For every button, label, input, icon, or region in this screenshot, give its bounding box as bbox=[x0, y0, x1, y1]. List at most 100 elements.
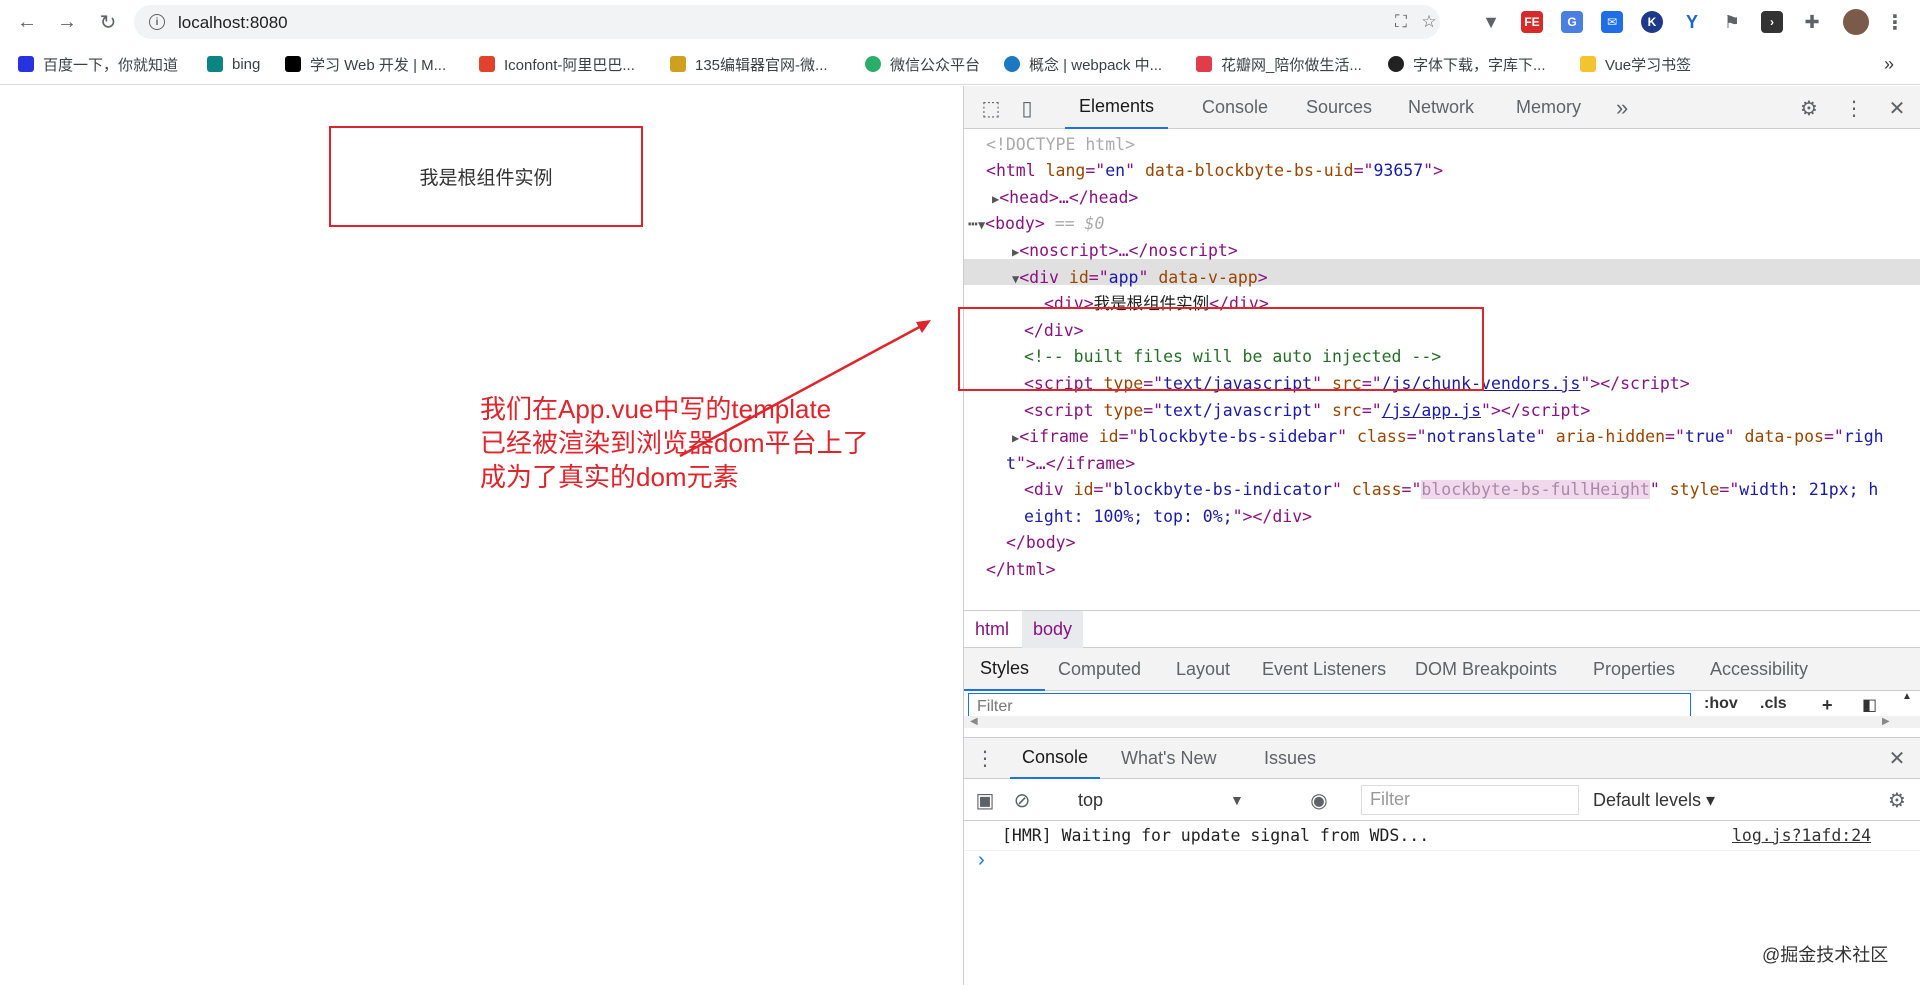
bookmark-item[interactable]: bing bbox=[207, 53, 260, 75]
tab-properties[interactable]: Properties bbox=[1593, 648, 1675, 691]
dom-head-node[interactable]: ▶<head>…</head> bbox=[992, 185, 1138, 213]
url-text[interactable]: localhost:8080 bbox=[178, 13, 288, 33]
tab-console[interactable]: Console bbox=[1202, 86, 1268, 129]
dom-indicator-node[interactable]: <div id="blockbyte-bs-indicator" class="… bbox=[1024, 477, 1878, 504]
console-message: [HMR] Waiting for update signal from WDS… bbox=[964, 821, 1920, 851]
toggle-sidebar-icon[interactable]: ◧ bbox=[1862, 695, 1877, 715]
dom-html-node[interactable]: <html lang="en" data-blockbyte-bs-uid="9… bbox=[986, 158, 1443, 185]
scroll-left-icon[interactable]: ◀ bbox=[970, 716, 978, 727]
settings-gear-icon[interactable]: ⚙ bbox=[1796, 95, 1822, 121]
drawer-tab-whats-new[interactable]: What's New bbox=[1121, 738, 1216, 779]
address-bar[interactable]: i localhost:8080 ⛶ ☆ bbox=[134, 5, 1440, 39]
dom-indicator-node-wrap: eight: 100%; top: 0%;"></div> bbox=[1024, 507, 1313, 526]
translator-extension-icon[interactable]: G bbox=[1561, 11, 1583, 33]
tab-event-listeners[interactable]: Event Listeners bbox=[1262, 648, 1386, 691]
collapse-triangle-icon[interactable]: ▼ bbox=[978, 218, 985, 232]
tab-network[interactable]: Network bbox=[1408, 86, 1474, 129]
y-extension-icon[interactable]: Y bbox=[1681, 11, 1703, 33]
tab-memory[interactable]: Memory bbox=[1516, 86, 1581, 129]
device-toolbar-icon[interactable]: ▯ bbox=[1014, 95, 1040, 121]
ellipsis-icon[interactable]: ⋯ bbox=[968, 214, 978, 233]
bookmark-item[interactable]: Iconfont-阿里巴巴... bbox=[479, 53, 635, 75]
scroll-right-icon[interactable]: ▶ bbox=[1882, 716, 1890, 727]
context-selector[interactable]: top ▼ bbox=[1078, 788, 1244, 812]
dom-doctype[interactable]: <!DOCTYPE html> bbox=[986, 132, 1135, 159]
add-rule-icon[interactable]: + bbox=[1822, 695, 1833, 716]
live-expression-eye-icon[interactable]: ◉ bbox=[1306, 787, 1332, 813]
clear-console-icon[interactable]: ⊘ bbox=[1009, 787, 1035, 813]
iconfont-favicon-icon bbox=[479, 56, 495, 72]
inspect-element-icon[interactable]: ⬚ bbox=[978, 95, 1004, 121]
attr-value: 93657 bbox=[1373, 161, 1424, 180]
close-drawer-icon[interactable]: ✕ bbox=[1884, 745, 1910, 771]
dom-body-node[interactable]: ⋯▼<body> == $0 bbox=[968, 211, 1104, 239]
drawer-menu-icon[interactable]: ⋮ bbox=[972, 745, 998, 771]
app-script-link[interactable]: /js/app.js bbox=[1382, 401, 1481, 420]
bookmark-item[interactable]: 百度一下，你就知道 bbox=[18, 53, 178, 75]
drawer-tab-issues[interactable]: Issues bbox=[1264, 738, 1316, 779]
vue-devtools-icon[interactable]: ▼ bbox=[1480, 11, 1502, 33]
expand-triangle-icon[interactable]: ▶ bbox=[1012, 431, 1019, 445]
tab-accessibility[interactable]: Accessibility bbox=[1710, 648, 1808, 691]
tab-layout[interactable]: Layout bbox=[1176, 648, 1230, 691]
dom-script-app[interactable]: <script type="text/javascript" src="/js/… bbox=[1024, 398, 1590, 425]
console-prompt[interactable]: › bbox=[978, 849, 985, 872]
scroll-up-icon[interactable]: ▲ bbox=[1902, 691, 1912, 702]
log-levels-dropdown[interactable]: Default levels ▾ bbox=[1593, 788, 1715, 812]
sidebar-toggle-icon[interactable]: ▣ bbox=[972, 787, 998, 813]
styles-tabbar: Styles Computed Layout Event Listeners D… bbox=[964, 648, 1920, 691]
drawer-tab-console[interactable]: Console bbox=[1010, 738, 1101, 779]
attr-value: blockbyte-bs-indicator bbox=[1113, 480, 1332, 499]
root-component-text: 我是根组件实例 bbox=[419, 168, 553, 189]
extensions-puzzle-icon[interactable]: ✚ bbox=[1801, 11, 1823, 33]
bookmark-item[interactable]: 微信公众平台 bbox=[865, 53, 980, 75]
hov-button[interactable]: :hov bbox=[1704, 695, 1738, 713]
k-extension-icon[interactable]: K bbox=[1641, 11, 1663, 33]
close-devtools-icon[interactable]: ✕ bbox=[1884, 95, 1910, 121]
back-icon[interactable]: ← bbox=[13, 8, 41, 36]
collapse-triangle-icon[interactable]: ▼ bbox=[1012, 272, 1019, 286]
attr-value: righ bbox=[1843, 427, 1884, 446]
tab-computed[interactable]: Computed bbox=[1058, 648, 1141, 691]
bookmark-item[interactable]: 135编辑器官网-微... bbox=[670, 53, 828, 75]
bookmark-icon[interactable]: ⚑ bbox=[1721, 11, 1743, 33]
cls-button[interactable]: .cls bbox=[1760, 695, 1787, 713]
bookmark-item[interactable]: 学习 Web 开发 | M... bbox=[285, 53, 446, 75]
more-bookmarks-button[interactable]: » bbox=[1884, 53, 1894, 75]
message-source-link[interactable]: log.js?1afd:24 bbox=[1732, 826, 1871, 845]
tag-name: html bbox=[995, 161, 1036, 180]
attr-name: data-blockbyte-bs-uid bbox=[1145, 161, 1354, 180]
browser-menu-icon[interactable]: ⋮ bbox=[1884, 11, 1906, 34]
tab-dom-breakpoints[interactable]: DOM Breakpoints bbox=[1415, 648, 1557, 691]
fe-extension-icon[interactable]: FE bbox=[1521, 11, 1543, 33]
profile-avatar[interactable] bbox=[1843, 9, 1869, 35]
tab-styles[interactable]: Styles bbox=[964, 648, 1046, 691]
mail-extension-icon[interactable]: ✉ bbox=[1601, 11, 1623, 33]
more-tabs-button[interactable]: » bbox=[1616, 86, 1628, 129]
dom-html-close[interactable]: </html> bbox=[986, 557, 1056, 584]
breadcrumb-html[interactable]: html bbox=[964, 611, 1020, 648]
console-settings-gear-icon[interactable]: ⚙ bbox=[1884, 787, 1910, 813]
console-filter-input[interactable]: Filter bbox=[1361, 785, 1579, 815]
devtools-menu-icon[interactable]: ⋮ bbox=[1841, 95, 1867, 121]
wechat-favicon-icon bbox=[865, 56, 881, 72]
dom-app-div[interactable]: ▼<div id="app" data-v-app> bbox=[1012, 265, 1268, 293]
breadcrumb-body[interactable]: body bbox=[1022, 611, 1084, 648]
dom-body-close[interactable]: </body> bbox=[1006, 530, 1076, 557]
horizontal-scrollbar[interactable]: ◀ ▶ bbox=[964, 716, 1920, 728]
reload-icon[interactable]: ↻ bbox=[94, 8, 122, 36]
bookmark-star-icon[interactable]: ☆ bbox=[1418, 11, 1440, 33]
forward-icon[interactable]: → bbox=[53, 8, 81, 36]
bookmark-item[interactable]: 概念 | webpack 中... bbox=[1004, 53, 1162, 75]
bookmark-item[interactable]: 花瓣网_陪你做生活... bbox=[1196, 53, 1362, 75]
bookmark-folder[interactable]: Vue学习书签 bbox=[1580, 53, 1691, 75]
bookmark-item[interactable]: 字体下载，字库下... bbox=[1388, 53, 1546, 75]
site-info-icon[interactable]: i bbox=[149, 14, 165, 30]
terminal-extension-icon[interactable]: › bbox=[1761, 11, 1783, 33]
tab-elements[interactable]: Elements bbox=[1065, 86, 1169, 129]
dom-noscript-node[interactable]: ▶<noscript>…</noscript> bbox=[1012, 238, 1238, 266]
dom-iframe-node[interactable]: ▶<iframe id="blockbyte-bs-sidebar" class… bbox=[1012, 424, 1884, 452]
tab-sources[interactable]: Sources bbox=[1306, 86, 1372, 129]
baidu-favicon-icon bbox=[18, 56, 34, 72]
translate-icon[interactable]: ⛶ bbox=[1390, 11, 1412, 33]
